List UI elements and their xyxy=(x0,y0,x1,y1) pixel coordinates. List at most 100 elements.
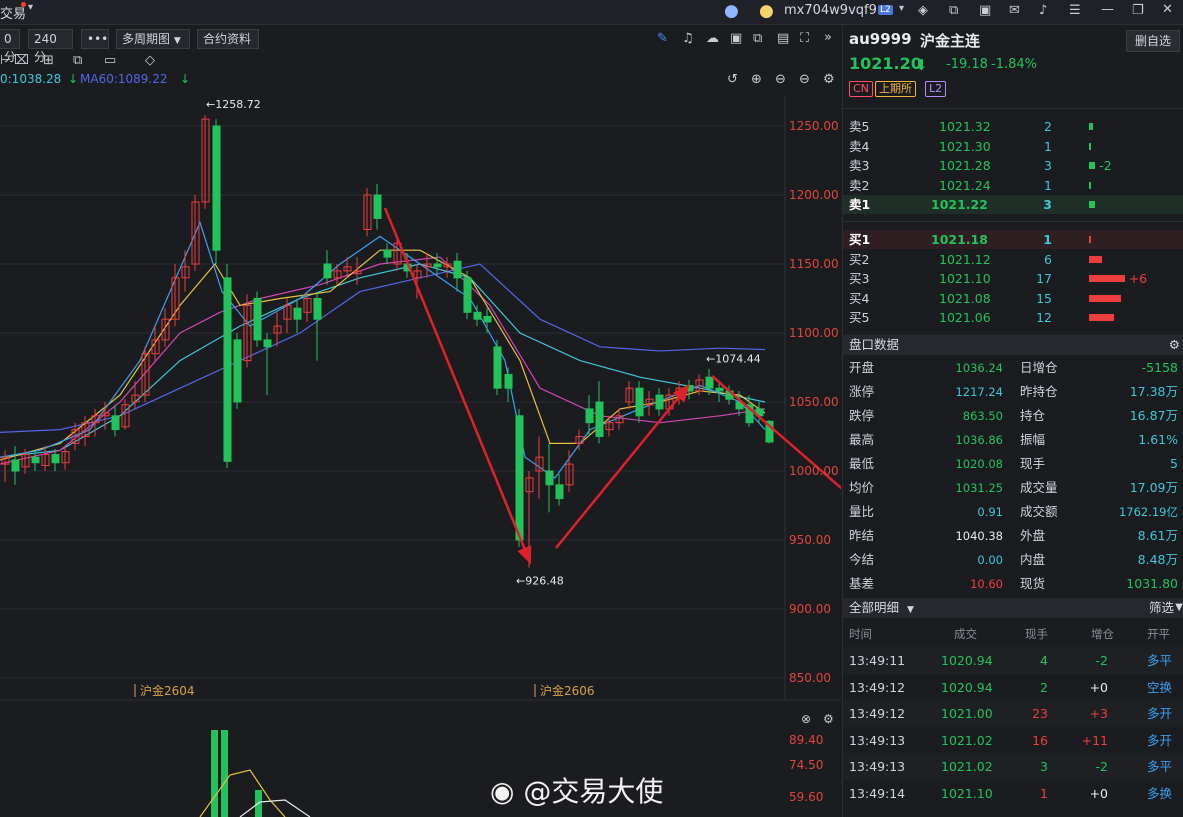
trend-arrow xyxy=(711,375,841,490)
robot-icon[interactable]: ● xyxy=(724,1,739,21)
trade-volume: 1 xyxy=(1040,785,1048,801)
price-tick-label: 1200.00 xyxy=(789,188,839,202)
close-icon[interactable]: ✕ xyxy=(1162,2,1173,17)
menu-icon[interactable]: ☰ xyxy=(1069,3,1081,18)
trade-column-header[interactable]: 成交 xyxy=(954,626,977,642)
candle-body xyxy=(373,194,382,219)
copy-icon[interactable]: ⧉ xyxy=(753,31,762,46)
undo-icon[interactable]: ↺ xyxy=(727,72,738,87)
trade-column-header[interactable]: 时间 xyxy=(849,626,872,642)
volume-bar xyxy=(1089,236,1092,243)
trade-trade-type: 多开 xyxy=(1147,706,1173,721)
bell-icon[interactable]: ♪ xyxy=(1039,3,1047,18)
chart-settings-icon[interactable]: ⚙ xyxy=(823,72,835,87)
contract-info-button[interactable]: 合约资料 xyxy=(197,29,259,49)
ma-lines xyxy=(0,220,766,479)
bid-row[interactable]: 买2 1021.12 6 xyxy=(843,250,1183,269)
sub-tick-label: 74.50 xyxy=(789,758,823,772)
snapshot-icon[interactable]: ▣ xyxy=(730,31,742,46)
stat-label: 开盘 xyxy=(849,360,875,375)
filter-icon[interactable]: ▼ xyxy=(1175,598,1183,618)
fullscreen-icon[interactable]: ⛶ xyxy=(800,31,809,46)
layers-icon[interactable]: ◈ xyxy=(918,3,928,18)
trade-row[interactable]: 13:49:13 1021.02 3 -2 多平 xyxy=(843,753,1183,780)
candle-body xyxy=(705,376,714,389)
quote-panel: au9999 沪金主连 删自选 1021.20 ⬇ -19.18 -1.84% … xyxy=(842,26,1183,817)
candle-body xyxy=(715,387,724,392)
volume-bar xyxy=(221,730,228,817)
tag-icon[interactable]: ◇ xyxy=(145,53,155,68)
period-240-button[interactable]: 240分 xyxy=(28,29,73,64)
remove-watchlist-button[interactable]: 删自选 xyxy=(1126,30,1180,52)
cloud-icon[interactable]: ☁ xyxy=(706,31,719,46)
ask-row[interactable]: 卖5 1021.32 2 xyxy=(843,117,1183,136)
trade-row[interactable]: 13:49:13 1021.02 16 +11 多开 xyxy=(843,727,1183,754)
grid-icon[interactable]: ⊞ xyxy=(43,53,54,68)
trade-row[interactable]: 13:49:12 1020.94 2 +0 空换 xyxy=(843,674,1183,701)
filter-label[interactable]: 筛选 xyxy=(1149,598,1174,618)
bid-row[interactable]: 买5 1021.06 12 xyxy=(843,308,1183,327)
multi-period-button[interactable]: 多周期图 ▼ xyxy=(116,29,190,49)
bid-row[interactable]: 买3 1021.10 17 +6 xyxy=(843,269,1183,288)
export-icon[interactable]: ⧉ xyxy=(949,3,958,18)
restore-icon[interactable]: ❐ xyxy=(1132,3,1144,18)
ask-row[interactable]: 卖2 1021.24 1 xyxy=(843,176,1183,195)
ruler-icon[interactable]: ⊢ xyxy=(0,53,11,68)
alert-bell-icon[interactable]: ♫ xyxy=(682,31,694,46)
stat-label: 外盘 xyxy=(1020,528,1046,543)
avatar[interactable]: ● xyxy=(759,1,774,21)
stat-label: 涨停 xyxy=(849,384,875,399)
collapse-icon[interactable]: » xyxy=(824,30,832,45)
ask-row[interactable]: 卖1 1021.22 3 xyxy=(843,195,1183,214)
chevron-down-icon[interactable]: ▾ xyxy=(28,2,33,13)
candle-body xyxy=(433,263,442,268)
trades-header[interactable]: 全部明细 ▼ 筛选 ▼ xyxy=(843,598,1183,618)
zoom-in-icon[interactable]: ⊕ xyxy=(751,72,762,87)
candle-body xyxy=(595,401,604,437)
more-button[interactable]: ••• xyxy=(81,29,109,49)
candle-body xyxy=(253,298,262,341)
extreme-price-label: ←1258.72 xyxy=(206,98,261,111)
mail-icon[interactable]: ✉ xyxy=(1009,3,1020,18)
candle-body xyxy=(635,387,644,417)
candlestick-chart[interactable]: ←1258.72 ←926.48 ←1074.44 1250.00 1200.00 11… xyxy=(0,95,841,817)
settings-icon[interactable]: ⚙ xyxy=(1169,335,1180,355)
ask-row[interactable]: 卖3 1021.28 3 -2 xyxy=(843,156,1183,175)
bid-row[interactable]: 买4 1021.08 15 xyxy=(843,289,1183,308)
watermark: ◉ @交易大使 xyxy=(490,770,663,810)
trade-column-header[interactable]: 增仓 xyxy=(1091,626,1114,642)
ask-row[interactable]: 卖4 1021.30 1 xyxy=(843,137,1183,156)
stat-value: 1.61% xyxy=(1138,432,1178,447)
trade-column-header[interactable]: 开平 xyxy=(1147,626,1170,642)
minimize-icon[interactable]: — xyxy=(1101,2,1114,17)
zoom-out-icon[interactable]: ⊖ xyxy=(775,72,786,87)
comment-icon[interactable]: ▭ xyxy=(104,53,116,68)
level-label: 卖4 xyxy=(849,138,870,154)
pen-icon[interactable]: ✎ xyxy=(657,31,668,46)
contract-label: 沪金2606 xyxy=(540,683,595,698)
trade-oi-change: +11 xyxy=(1081,732,1108,748)
trade-column-header[interactable]: 现手 xyxy=(1025,626,1048,642)
account-chevron-icon[interactable]: ▾ xyxy=(899,3,904,14)
link-icon[interactable]: ⧉ xyxy=(73,53,82,68)
account-name[interactable]: mx704w9vqf9 xyxy=(784,3,877,18)
trash-icon[interactable]: ⌧ xyxy=(14,53,29,68)
trade-trade-type: 多平 xyxy=(1147,653,1173,668)
trade-row[interactable]: 13:49:11 1020.94 4 -2 多平 xyxy=(843,647,1183,674)
trade-time: 13:49:14 xyxy=(849,785,906,801)
sub-tick-label: 89.40 xyxy=(789,733,823,747)
trade-price: 1021.02 xyxy=(941,732,993,748)
ma60-value: MA60:1089.22 xyxy=(80,72,168,86)
period-button[interactable]: 0分 xyxy=(0,29,20,64)
bid-row[interactable]: 买1 1021.18 1 xyxy=(843,230,1183,249)
down-arrow-icon: ⬇ xyxy=(915,56,928,74)
trade-row[interactable]: 13:49:14 1021.10 1 +0 多换 xyxy=(843,780,1183,807)
trade-row[interactable]: 13:49:12 1021.00 23 +3 多开 xyxy=(843,700,1183,727)
candle-body xyxy=(545,470,554,486)
window-icon[interactable]: ▤ xyxy=(777,31,789,46)
close-subchart-icon: ⊗ xyxy=(801,712,811,726)
reset-zoom-icon[interactable]: ⊖ xyxy=(799,72,810,87)
level-change: +6 xyxy=(1128,271,1148,286)
camera-icon[interactable]: ▣ xyxy=(979,3,991,18)
stat-value: 17.09万 xyxy=(1129,480,1178,495)
